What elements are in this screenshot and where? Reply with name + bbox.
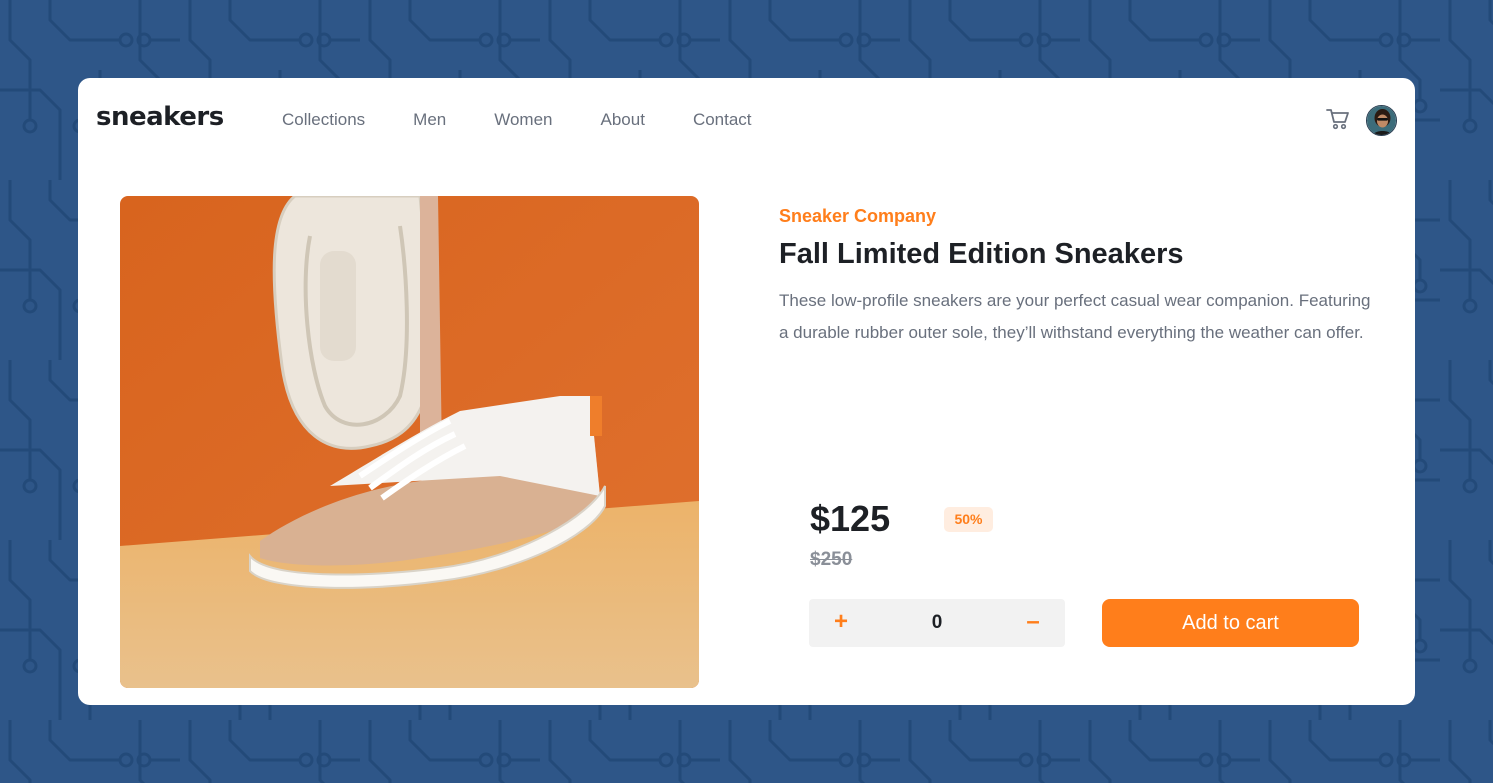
- nav-item-about[interactable]: About: [601, 110, 645, 130]
- product-title: Fall Limited Edition Sneakers: [779, 238, 1184, 270]
- product-image[interactable]: [120, 196, 699, 688]
- quantity-stepper: + 0 –: [809, 599, 1065, 647]
- original-price: $250: [810, 549, 853, 570]
- user-avatar[interactable]: [1366, 105, 1397, 136]
- decrease-quantity-button[interactable]: –: [1013, 599, 1053, 647]
- discount-badge: 50%: [944, 507, 993, 532]
- increase-quantity-button[interactable]: +: [821, 599, 861, 647]
- main-nav: Collections Men Women About Contact: [282, 110, 800, 130]
- quantity-value: 0: [931, 612, 943, 633]
- product-description: These low-profile sneakers are your perf…: [779, 291, 1371, 342]
- nav-item-contact[interactable]: Contact: [693, 110, 752, 130]
- cart-icon[interactable]: [1326, 108, 1350, 130]
- nav-item-men[interactable]: Men: [413, 110, 446, 130]
- company-name: Sneaker Company: [779, 206, 937, 226]
- nav-item-collections[interactable]: Collections: [282, 110, 365, 130]
- current-price: $125: [810, 498, 891, 539]
- brand-logo[interactable]: sneakers: [96, 102, 224, 132]
- nav-item-women[interactable]: Women: [494, 110, 552, 130]
- product-card: sneakers Collections Men Women About Con…: [78, 78, 1415, 705]
- add-to-cart-button[interactable]: Add to cart: [1102, 599, 1359, 647]
